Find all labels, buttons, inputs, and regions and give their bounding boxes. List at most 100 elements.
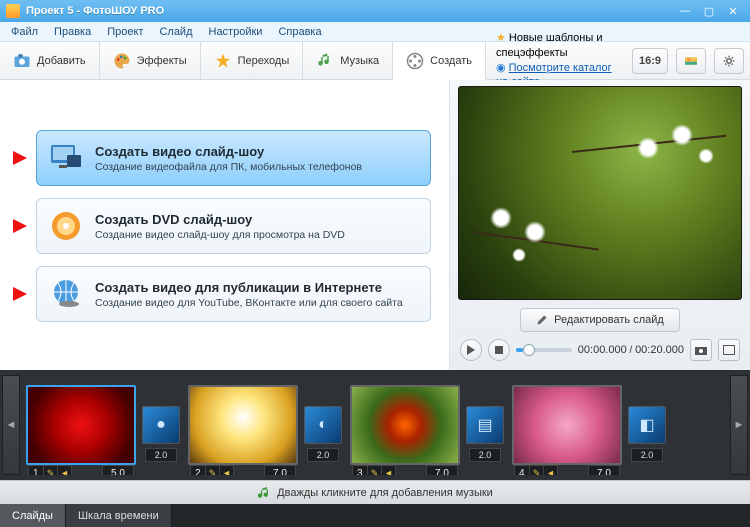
star-icon	[214, 52, 232, 70]
slide-tools[interactable]: ✎◄	[44, 465, 72, 475]
slide-thumb	[28, 387, 134, 463]
right-toolbar: Новые шаблоны и спецэффекты ◉ Посмотрите…	[486, 42, 750, 79]
pencil-icon	[536, 314, 548, 326]
transition-thumb: ◐	[304, 406, 342, 444]
promo-line1: Новые шаблоны и спецэффекты	[496, 31, 620, 61]
fullscreen-button[interactable]	[718, 339, 740, 361]
transition-duration[interactable]: 2.0	[469, 448, 501, 462]
create-panel: Создать видео слайд-шоу Создание видеофа…	[0, 80, 450, 370]
menu-bar: Файл Правка Проект Слайд Настройки Справ…	[0, 22, 750, 42]
timeline-track[interactable]: 1✎◄5.0●2.02✎◄7.0◐2.03✎◄7.0▤2.04✎◄7.0◧2.0	[22, 375, 728, 475]
close-button[interactable]: ✕	[722, 3, 744, 19]
gear-icon	[723, 55, 735, 67]
red-arrow-icon	[13, 287, 27, 301]
app-logo-icon	[6, 4, 20, 18]
transition-duration[interactable]: 2.0	[145, 448, 177, 462]
edit-slide-button[interactable]: Редактировать слайд	[520, 308, 680, 332]
slide-tools[interactable]: ✎◄	[368, 465, 396, 475]
tab-effects[interactable]: Эффекты	[100, 42, 201, 79]
slide-card[interactable]: 2✎◄7.0	[188, 385, 298, 465]
bottom-tabs: Слайды Шкала времени	[0, 504, 750, 527]
playback-bar: 00:00.000 / 00:20.000	[458, 336, 742, 364]
slide-number: 1	[28, 465, 44, 475]
tab-timeline-bottom[interactable]: Шкала времени	[66, 504, 172, 527]
menu-project[interactable]: Проект	[100, 24, 150, 40]
transition-card[interactable]: ●2.0	[142, 406, 182, 444]
music-hint: Дважды кликните для добавления музыки	[277, 487, 493, 499]
slide-card[interactable]: 1✎◄5.0	[26, 385, 136, 465]
create-web-button[interactable]: Создать видео для публикации в Интернете…	[36, 266, 431, 322]
background-button[interactable]	[676, 48, 706, 74]
transition-thumb: ●	[142, 406, 180, 444]
main-toolbar: Добавить Эффекты Переходы Музыка Создать…	[0, 42, 750, 80]
timeline-next-button[interactable]: ►	[730, 375, 748, 475]
slide-number: 2	[190, 465, 206, 475]
minimize-button[interactable]: —	[674, 3, 696, 19]
slide-duration[interactable]: 7.0	[264, 465, 296, 475]
tab-transitions[interactable]: Переходы	[201, 42, 304, 79]
slide-card[interactable]: 4✎◄7.0	[512, 385, 622, 465]
timeline-prev-button[interactable]: ◄	[2, 375, 20, 475]
monitor-icon	[49, 141, 83, 175]
transition-card[interactable]: ▤2.0	[466, 406, 506, 444]
create-dvd-button[interactable]: Создать DVD слайд-шоу Создание видео сла…	[36, 198, 431, 254]
play-icon	[467, 345, 475, 355]
red-arrow-icon	[13, 219, 27, 233]
slide-number: 4	[514, 465, 530, 475]
tab-slides-bottom[interactable]: Слайды	[0, 504, 66, 527]
palette-icon	[113, 52, 131, 70]
red-arrow-icon	[13, 151, 27, 165]
snapshot-button[interactable]	[690, 339, 712, 361]
menu-help[interactable]: Справка	[271, 24, 328, 40]
slide-number: 3	[352, 465, 368, 475]
timeline-strip: ◄ 1✎◄5.0●2.02✎◄7.0◐2.03✎◄7.0▤2.04✎◄7.0◧2…	[0, 370, 750, 480]
slide-duration[interactable]: 7.0	[588, 465, 620, 475]
aspect-button[interactable]: 16:9	[632, 48, 668, 74]
reel-icon	[406, 52, 424, 70]
settings-button[interactable]	[714, 48, 744, 74]
bottom-track[interactable]	[172, 504, 750, 527]
menu-edit[interactable]: Правка	[47, 24, 98, 40]
preview-image	[459, 87, 741, 299]
music-note-icon	[257, 486, 271, 500]
preview-viewport[interactable]	[458, 86, 742, 300]
dvd-icon	[49, 209, 83, 243]
tab-music[interactable]: Музыка	[303, 42, 393, 79]
seek-slider[interactable]	[516, 348, 572, 352]
music-strip[interactable]: Дважды кликните для добавления музыки	[0, 480, 750, 504]
slide-duration[interactable]: 7.0	[426, 465, 458, 475]
transition-card[interactable]: ◧2.0	[628, 406, 668, 444]
transition-duration[interactable]: 2.0	[307, 448, 339, 462]
slide-thumb	[514, 387, 620, 463]
transition-duration[interactable]: 2.0	[631, 448, 663, 462]
play-button[interactable]	[460, 339, 482, 361]
transition-card[interactable]: ◐2.0	[304, 406, 344, 444]
title-bar: Проект 5 - ФотоШОУ PRO — ▢ ✕	[0, 0, 750, 22]
expand-icon	[723, 345, 735, 355]
slide-duration[interactable]: 5.0	[102, 465, 134, 475]
slide-thumb	[190, 387, 296, 463]
create-video-button[interactable]: Создать видео слайд-шоу Создание видеофа…	[36, 130, 431, 186]
stop-icon	[495, 346, 503, 354]
menu-slide[interactable]: Слайд	[152, 24, 199, 40]
camera-icon	[695, 345, 707, 355]
menu-settings[interactable]: Настройки	[202, 24, 270, 40]
tab-create[interactable]: Создать	[393, 42, 486, 80]
stop-button[interactable]	[488, 339, 510, 361]
time-display: 00:00.000 / 00:20.000	[578, 344, 684, 356]
transition-thumb: ◧	[628, 406, 666, 444]
transition-thumb: ▤	[466, 406, 504, 444]
camera-icon	[13, 52, 31, 70]
picture-icon	[685, 55, 697, 67]
slide-card[interactable]: 3✎◄7.0	[350, 385, 460, 465]
menu-file[interactable]: Файл	[4, 24, 45, 40]
slide-tools[interactable]: ✎◄	[530, 465, 558, 475]
slide-thumb	[352, 387, 458, 463]
music-icon	[316, 52, 334, 70]
preview-panel: Редактировать слайд 00:00.000 / 00:20.00…	[450, 80, 750, 370]
tab-add[interactable]: Добавить	[0, 42, 100, 79]
slide-tools[interactable]: ✎◄	[206, 465, 234, 475]
globe-icon	[49, 277, 83, 311]
maximize-button[interactable]: ▢	[698, 3, 720, 19]
window-title: Проект 5 - ФотоШОУ PRO	[26, 5, 672, 17]
